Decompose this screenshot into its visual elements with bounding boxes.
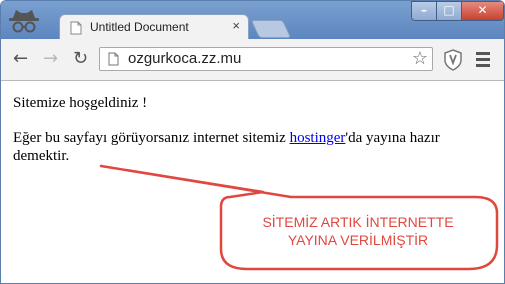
callout-line-2: YAYINA VERİLMİŞTİR	[287, 232, 429, 248]
callout-text: SİTEMİZ ARTIK İNTERNETTE YAYINA VERİLMİŞ…	[219, 213, 497, 249]
callout-line-1: SİTEMİZ ARTIK İNTERNETTE	[262, 214, 454, 230]
browser-window: Untitled Document × – □ ✕ ← → ↻ ozgurkoc…	[0, 0, 505, 284]
